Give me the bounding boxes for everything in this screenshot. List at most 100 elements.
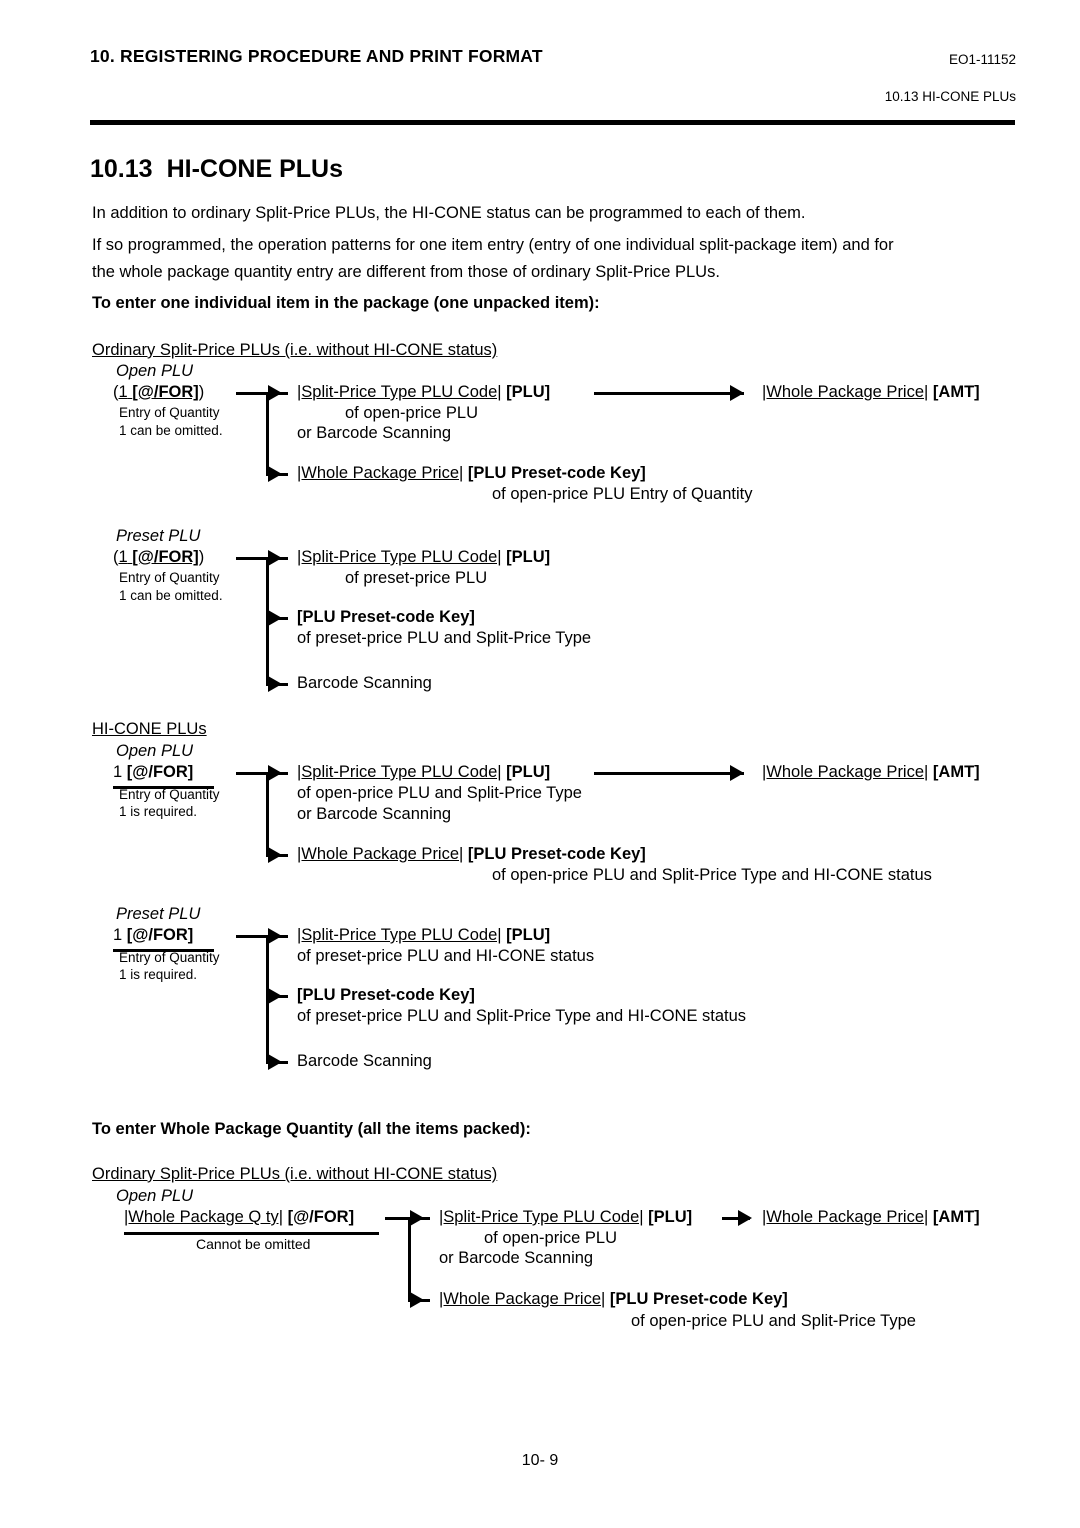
ord-preset-b1-key: [PLU] [506,548,551,566]
hic-preset-b1-code: |Split-Price Type PLU Code| [297,926,502,944]
whole-ord-start: |Whole Package Q ty| [@/FOR] [124,1208,354,1227]
whole-ord-b1-right-key: [AMT] [932,1208,980,1226]
group-label-ordinary-1: Ordinary Split-Price PLUs (i.e. without … [92,341,498,359]
ord-preset-note-1: Entry of Quantity [119,570,220,585]
whole-ord-b1-sub-1: of open-price PLU [484,1229,617,1247]
whole-ord-b1-key: [PLU] [648,1208,693,1226]
whole-ord-key: [@/FOR] [287,1208,355,1226]
ord-preset-arrow-3 [268,676,282,692]
whole-ord-arrow-2 [410,1292,424,1308]
hic-open-arrow-2 [268,847,282,863]
hic-open-key: [@/FOR] [126,763,194,781]
hic-preset-key: [@/FOR] [126,926,194,944]
subgroup-label-preset-plu-1: Preset PLU [116,527,201,545]
hic-open-b2-sub: of open-price PLU and Split-Price Type a… [492,866,932,884]
hic-open-right: |Whole Package Price| [AMT] [762,763,980,782]
hic-preset-b1-sub: of preset-price PLU and HI-CONE status [297,947,595,965]
hic-open-right-key: [AMT] [932,763,980,781]
hic-open-start: 1 [@/FOR] [113,763,193,782]
hic-preset-arrow-3 [268,1054,282,1070]
whole-ord-b1-right-price: |Whole Package Price| [762,1208,929,1226]
ord-preset-paren-close: ) [198,548,205,566]
whole-ord-start-underline [124,1232,379,1235]
whole-ord-note: Cannot be omitted [196,1236,311,1252]
running-head: 10.13 HI-CONE PLUs [884,89,1016,104]
section-title-text: HI-CONE PLUs [166,155,343,183]
ord-preset-qty: 1 [118,548,128,566]
ord-open-connector-trunk [266,392,269,475]
hic-preset-note-2: 1 is required. [119,967,198,982]
ord-open-note-1: Entry of Quantity [119,405,220,420]
heading-one-item: To enter one individual item in the pack… [92,294,600,312]
whole-ord-mid-arrow-head [738,1210,752,1226]
hic-open-note-1: Entry of Quantity [119,787,220,802]
ord-open-b2-price: |Whole Package Price| [297,464,464,482]
hic-preset-arrow-1 [268,928,282,944]
whole-ord-qty: |Whole Package Q ty| [124,1208,283,1226]
whole-ord-b1-right: |Whole Package Price| [AMT] [762,1208,980,1227]
ord-open-long-arrow-head [730,385,744,401]
section-number: 10.13 [90,155,153,183]
whole-ord-b2-sub: of open-price PLU and Split-Price Type [631,1312,916,1330]
ord-preset-b3: Barcode Scanning [297,674,432,692]
hic-open-connector-trunk [266,772,269,856]
whole-ord-connector-trunk [408,1217,411,1301]
whole-ord-branch-2: |Whole Package Price| [PLU Preset-code K… [439,1290,788,1309]
hic-preset-start: 1 [@/FOR] [113,926,193,945]
ord-open-arrow-1 [268,385,282,401]
hic-preset-branch-1: |Split-Price Type PLU Code| [PLU] [297,926,550,945]
hic-open-b1-key: [PLU] [506,763,551,781]
ord-open-right: |Whole Package Price| [AMT] [762,383,980,402]
hic-preset-b2-key: [PLU Preset-code Key] [297,986,475,1004]
ord-preset-b2-sub: of preset-price PLU and Split-Price Type [297,629,592,647]
ord-preset-b2-key: [PLU Preset-code Key] [297,608,475,626]
intro-line-3: the whole package quantity entry are dif… [92,263,720,281]
whole-ord-b2-key: [PLU Preset-code Key] [609,1290,788,1308]
ord-open-right-key: [AMT] [932,383,980,401]
ord-open-key: [@/FOR] [132,383,199,401]
ord-preset-start: (1 [@/FOR]) [113,548,204,567]
ord-open-b1-sub-2: or Barcode Scanning [297,424,452,442]
hic-open-b2-price: |Whole Package Price| [297,845,464,863]
heading-whole-package: To enter Whole Package Quantity (all the… [92,1120,531,1138]
subgroup-label-open-plu-3: Open PLU [116,1187,194,1205]
hic-preset-arrow-2 [268,988,282,1004]
whole-ord-arrow-1 [410,1210,424,1226]
ord-open-paren-close: ) [198,383,205,401]
ord-open-note-2: 1 can be omitted. [119,423,223,438]
hic-preset-b2-sub: of preset-price PLU and Split-Price Type… [297,1007,747,1025]
hic-preset-b3: Barcode Scanning [297,1052,432,1070]
ord-open-b1-sub-1: of open-price PLU [345,404,478,422]
subgroup-label-open-plu-2: Open PLU [116,742,194,760]
subgroup-label-preset-plu-2: Preset PLU [116,905,201,923]
ord-preset-key: [@/FOR] [132,548,199,566]
ord-open-b1-code: |Split-Price Type PLU Code| [297,383,502,401]
hic-open-b1-code: |Split-Price Type PLU Code| [297,763,502,781]
ord-open-right-price: |Whole Package Price| [762,383,929,401]
ord-preset-arrow-1 [268,550,282,566]
hic-open-note-2: 1 is required. [119,804,198,819]
document-page: 10. REGISTERING PROCEDURE AND PRINT FORM… [0,0,1080,1528]
hic-open-right-price: |Whole Package Price| [762,763,929,781]
hic-preset-qty: 1 [113,926,123,944]
ord-open-start: (1 [@/FOR]) [113,383,204,402]
header-rule [90,120,1015,125]
ord-open-b1-key: [PLU] [506,383,551,401]
page-number: 10- 9 [521,1452,559,1469]
hic-open-long-arrow-line [594,772,744,775]
hic-open-b1-sub-2: or Barcode Scanning [297,805,452,823]
whole-ord-b2-price: |Whole Package Price| [439,1290,606,1308]
group-label-hicone: HI-CONE PLUs [92,720,207,738]
hic-open-arrow-1 [268,765,282,781]
ord-open-b2-sub: of open-price PLU Entry of Quantity [492,485,753,503]
ord-open-b2-key: [PLU Preset-code Key] [467,464,646,482]
hic-open-b1-sub-1: of open-price PLU and Split-Price Type [297,784,582,802]
intro-line-2: If so programmed, the operation patterns… [92,236,894,254]
subgroup-label-open-plu-1: Open PLU [116,362,194,380]
hic-open-long-arrow-head [730,765,744,781]
ord-preset-b1-code: |Split-Price Type PLU Code| [297,548,502,566]
hic-open-qty: 1 [113,763,123,781]
ord-preset-b1-sub: of preset-price PLU [345,569,488,587]
whole-ord-b1-sub-2: or Barcode Scanning [439,1249,594,1267]
hic-open-branch-2: |Whole Package Price| [PLU Preset-code K… [297,845,646,864]
